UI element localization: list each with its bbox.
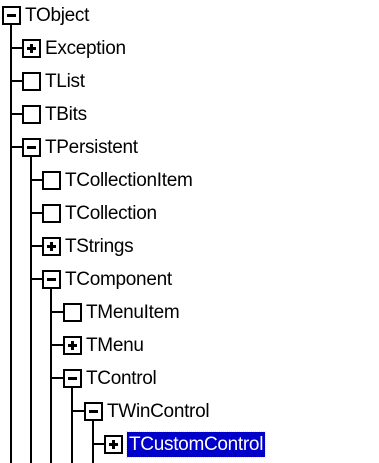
- collapse-icon[interactable]: [42, 270, 61, 289]
- collapse-icon[interactable]: [22, 138, 41, 157]
- leaf-box-icon: [22, 105, 41, 124]
- tree-node[interactable]: TMenu: [0, 330, 379, 363]
- tree-node[interactable]: TComponent: [0, 264, 379, 297]
- expand-icon[interactable]: [104, 435, 123, 454]
- tree-node-label[interactable]: TWinControl: [107, 399, 210, 424]
- tree-node-label[interactable]: TComponent: [65, 267, 172, 292]
- tree-node[interactable]: TPersistent: [0, 132, 379, 165]
- expand-icon[interactable]: [42, 237, 61, 256]
- tree-node-label-selected[interactable]: TCustomControl: [125, 431, 267, 458]
- tree-node-label[interactable]: TStrings: [65, 234, 134, 259]
- tree-node-label[interactable]: TControl: [86, 366, 157, 391]
- tree-node-label[interactable]: TCollection: [65, 201, 157, 226]
- leaf-box-icon: [42, 171, 61, 190]
- class-hierarchy-tree: TObject Exception TList TBits TPersistent TCo…: [0, 0, 379, 463]
- tree-node-label[interactable]: Exception: [45, 36, 126, 61]
- collapse-icon[interactable]: [84, 402, 103, 421]
- expand-icon[interactable]: [22, 39, 41, 58]
- collapse-icon[interactable]: [2, 6, 21, 25]
- tree-node[interactable]: TControl: [0, 363, 379, 396]
- tree-node[interactable]: TList: [0, 66, 379, 99]
- tree-node-label[interactable]: TCollectionItem: [65, 168, 193, 193]
- tree-node-label[interactable]: TBits: [45, 102, 87, 127]
- tree-node[interactable]: Exception: [0, 33, 379, 66]
- tree-node-label[interactable]: TPersistent: [45, 135, 138, 160]
- tree-node[interactable]: TObject: [0, 0, 379, 33]
- tree-node[interactable]: TMenuItem: [0, 297, 379, 330]
- tree-node-label[interactable]: TList: [45, 69, 85, 94]
- expand-icon[interactable]: [63, 336, 82, 355]
- leaf-box-icon: [22, 72, 41, 91]
- tree-node[interactable]: TCollection: [0, 198, 379, 231]
- tree-node[interactable]: TCollectionItem: [0, 165, 379, 198]
- tree-node-label[interactable]: TMenuItem: [86, 300, 180, 325]
- tree-node[interactable]: TWinControl: [0, 396, 379, 429]
- tree-node-label[interactable]: TMenu: [86, 333, 144, 358]
- tree-node[interactable]: TBits: [0, 99, 379, 132]
- leaf-box-icon: [42, 204, 61, 223]
- leaf-box-icon: [63, 303, 82, 322]
- collapse-icon[interactable]: [63, 369, 82, 388]
- tree-node[interactable]: TCustomControl: [0, 429, 379, 462]
- tree-node-label[interactable]: TObject: [25, 3, 89, 28]
- tree-node[interactable]: TStrings: [0, 231, 379, 264]
